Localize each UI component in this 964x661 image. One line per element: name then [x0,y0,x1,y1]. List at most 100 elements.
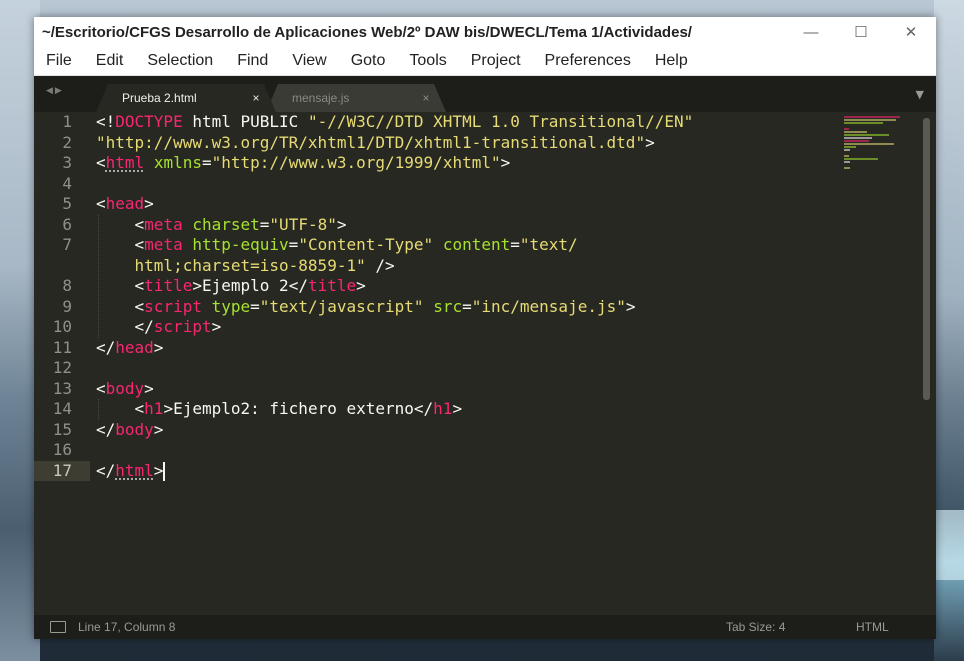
code-token: = [250,296,260,316]
menu-tools[interactable]: Tools [397,47,458,75]
code-line[interactable]: </body> [96,420,916,441]
code-token: > [153,460,164,480]
close-button[interactable]: ✕ [886,17,936,47]
minimap-line [844,158,879,160]
code-line[interactable]: <script type="text/javascript" src="inc/… [96,297,916,318]
tab-label: mensaje.js [292,91,350,105]
tab-navigation-arrows-icon[interactable]: ◀▶ [46,86,64,96]
code-line[interactable]: <head> [96,194,916,215]
code-token: = [259,214,270,234]
code-token: html PUBLIC [182,112,308,131]
code-token: < [134,235,145,254]
vertical-scrollbar[interactable] [923,118,930,400]
code-line[interactable]: <!DOCTYPE html PUBLIC "-//W3C//DTD XHTML… [96,112,916,133]
tab-mensaje-js[interactable]: mensaje.js × [266,84,446,112]
line-number: 3 [62,153,72,172]
code-token: < [96,153,106,172]
maximize-button[interactable]: ☐ [836,17,886,47]
code-token: head [115,337,154,357]
menu-preferences[interactable]: Preferences [533,47,643,75]
tab-prueba-2-html[interactable]: Prueba 2.html × [96,84,276,112]
code-token: > [336,214,347,234]
code-line[interactable] [96,174,916,195]
code-token: </ [96,419,116,439]
code-area[interactable]: <!DOCTYPE html PUBLIC "-//W3C//DTD XHTML… [96,112,916,481]
tab-dropdown-icon[interactable]: ▼ [916,88,924,101]
code-token: > [144,194,154,213]
menu-goto[interactable]: Goto [339,47,398,75]
menu-bar: File Edit Selection Find View Goto Tools… [34,47,936,76]
minimize-button[interactable]: — [786,17,836,47]
code-token: > [452,399,463,418]
code-line[interactable] [96,358,916,379]
code-token: < [134,276,145,295]
code-token: body [115,419,154,439]
code-token: </ [413,399,434,418]
menu-project[interactable]: Project [459,47,533,75]
code-token: content [442,235,511,254]
code-token: html [115,460,154,480]
code-token: h1 [433,399,453,418]
minimap-line [844,149,851,151]
code-line[interactable]: <h1>Ejemplo2: fichero externo</h1> [96,399,916,420]
code-line[interactable]: <title>Ejemplo 2</title> [96,276,916,297]
code-token: <! [96,112,116,131]
tab-close-icon[interactable]: × [406,91,446,105]
code-token: html [105,153,145,172]
code-line[interactable]: <meta charset="UTF-8"> [96,215,916,236]
code-line[interactable] [96,440,916,461]
editor-window: ~/Escritorio/CFGS Desarrollo de Aplicaci… [34,17,936,639]
title-bar[interactable]: ~/Escritorio/CFGS Desarrollo de Aplicaci… [34,17,936,47]
cursor-position: Line 17, Column 8 [78,620,176,634]
menu-find[interactable]: Find [225,47,280,75]
code-token: meta [144,235,183,254]
minimap-line [844,143,895,145]
tab-size-indicator[interactable]: Tab Size: 4 [726,620,856,634]
code-token: = [201,153,212,172]
menu-selection[interactable]: Selection [135,47,225,75]
code-token: = [288,235,299,254]
code-line[interactable]: <body> [96,379,916,400]
syntax-indicator[interactable]: HTML [856,620,936,634]
desktop-iceberg [934,510,964,580]
code-editor[interactable]: 1 2 3 4 5 6 7 8 9 10 11 12 13 14 15 16 17 <!DOCTYPE html… [34,112,936,615]
line-number: 9 [62,296,72,316]
line-number: 10 [52,317,72,336]
code-token: xmlns [153,153,202,172]
code-line[interactable]: </html> [96,461,916,482]
code-line[interactable]: <html xmlns="http://www.w3.org/1999/xhtm… [96,153,916,174]
panel-toggle-icon[interactable] [50,621,66,633]
code-token: > [144,378,154,398]
code-line[interactable]: </head> [96,338,916,359]
tab-close-icon[interactable]: × [236,91,276,105]
code-token: type [211,296,251,316]
code-token: > [192,276,202,295]
code-line[interactable]: </script> [96,317,916,338]
code-token: "UTF-8" [269,214,337,234]
code-token: > [211,317,222,336]
status-bar: Line 17, Column 8 Tab Size: 4 HTML [34,615,936,639]
code-token: < [134,399,145,418]
code-token: meta [144,214,183,234]
code-token: html;charset=iso-8859-1" [134,255,366,275]
menu-edit[interactable]: Edit [84,47,136,75]
minimap[interactable] [844,116,916,169]
tab-label: Prueba 2.html [122,91,197,105]
minimap-line [844,131,868,133]
menu-help[interactable]: Help [643,47,700,75]
code-line[interactable]: "http://www.w3.org/TR/xhtml1/DTD/xhtml1-… [96,133,916,154]
code-line[interactable]: html;charset=iso-8859-1" /> [96,256,916,277]
code-token: = [510,235,520,254]
menu-view[interactable]: View [280,47,338,75]
code-token: > [153,419,164,439]
line-number: 15 [52,419,72,439]
menu-file[interactable]: File [34,47,84,75]
code-line[interactable]: <meta http-equiv="Content-Type" content=… [96,235,916,256]
